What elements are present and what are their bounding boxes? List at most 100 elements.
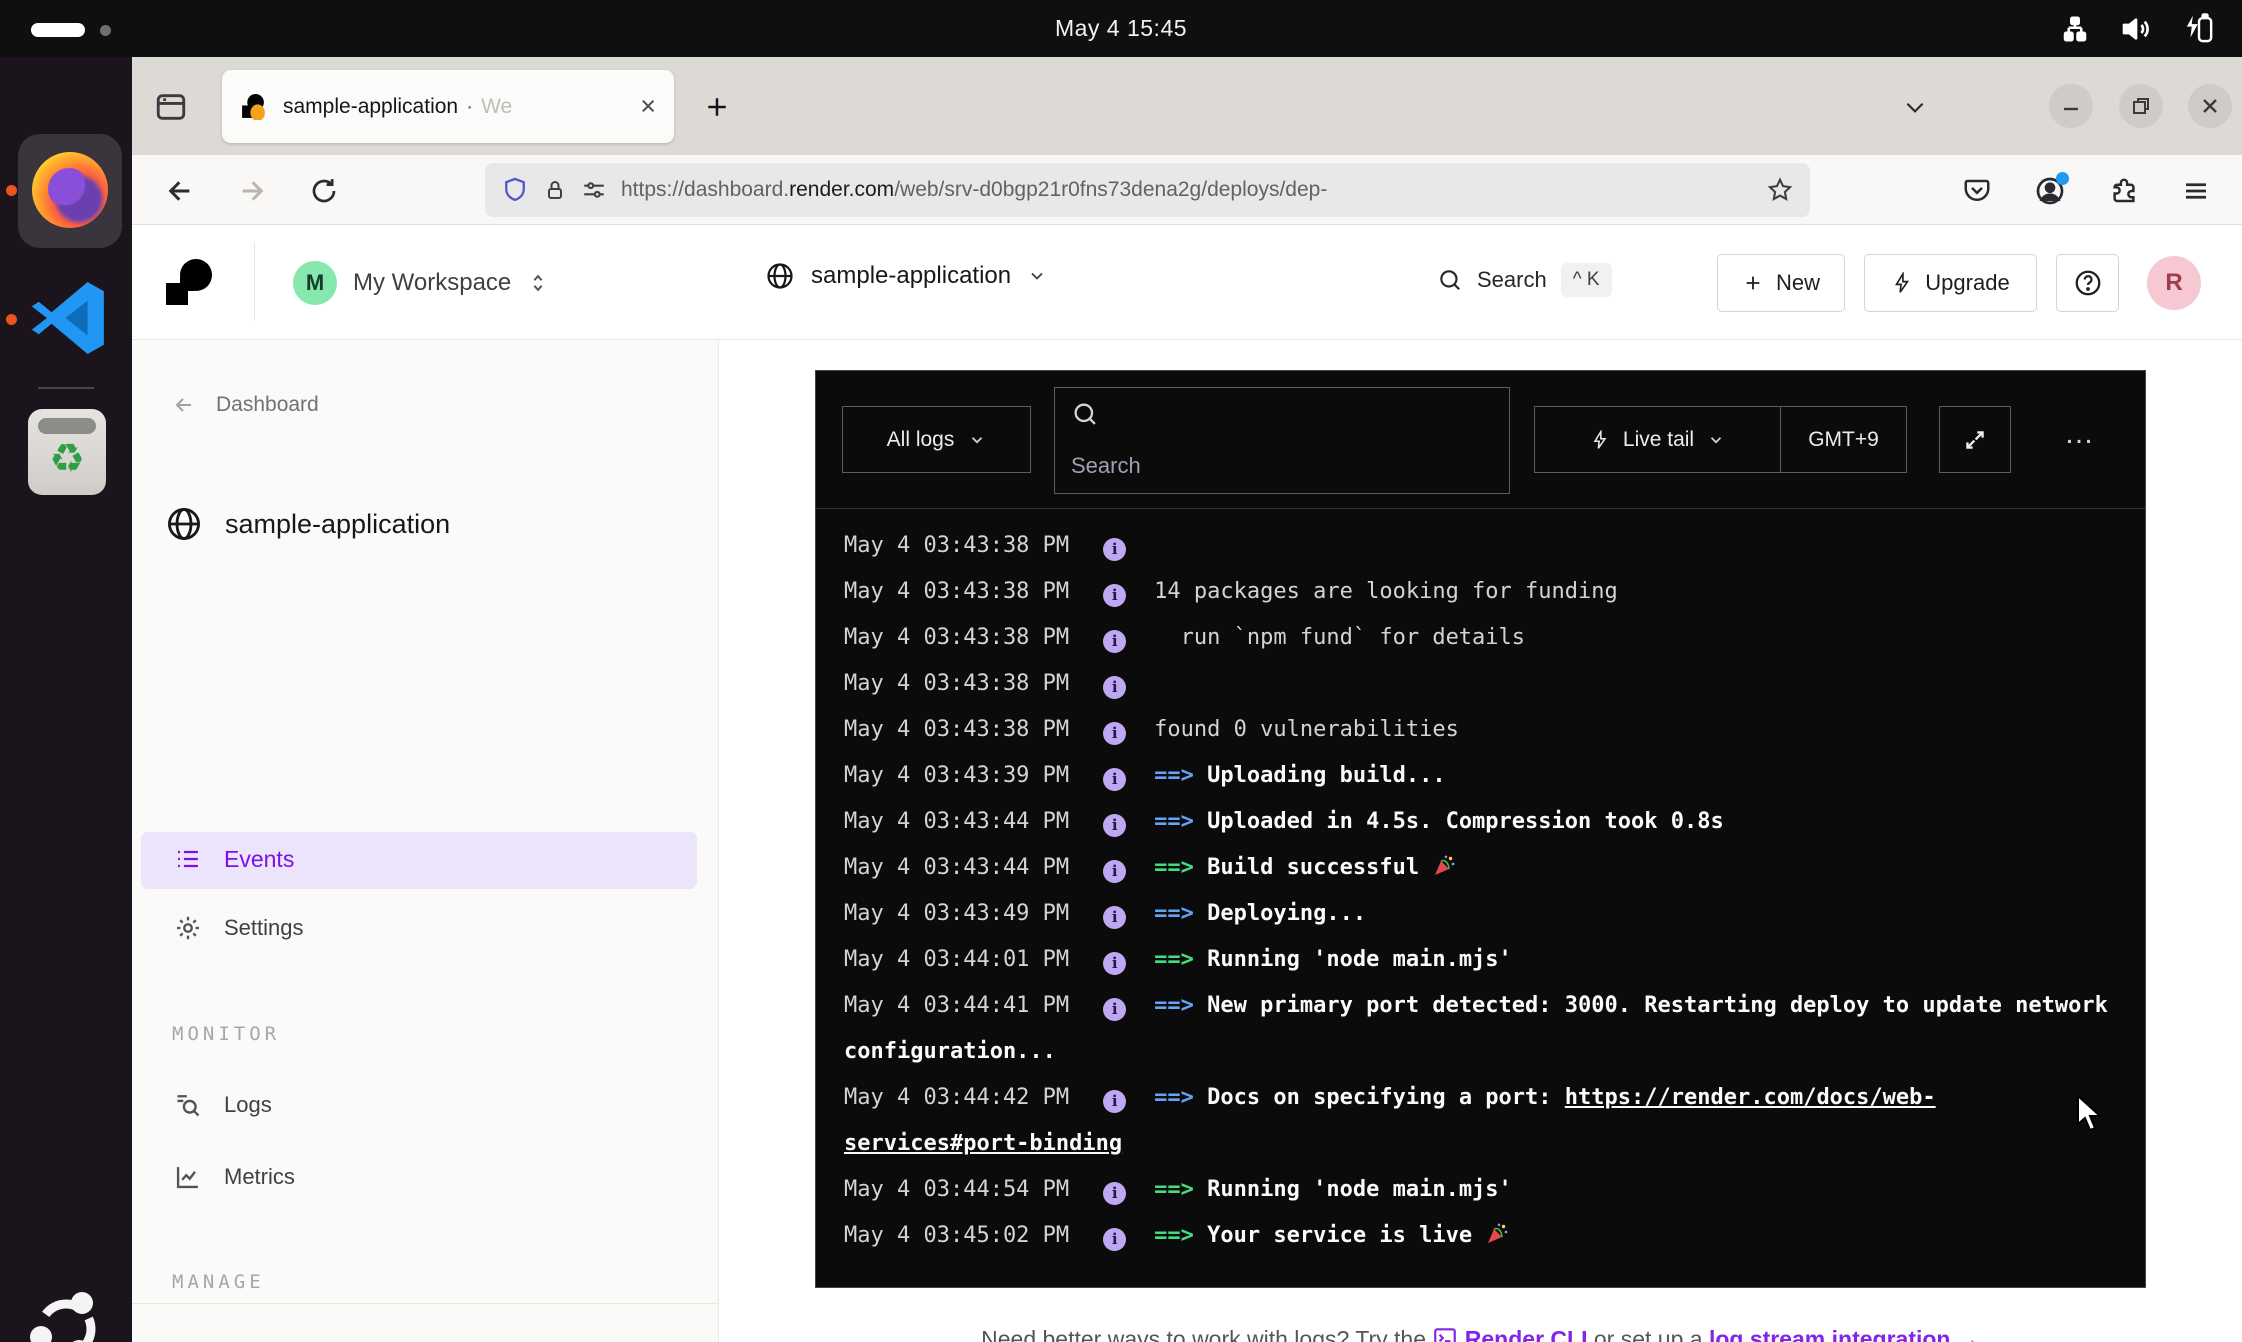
log-message: ==> Running 'node main.mjs' xyxy=(1154,1177,1512,1202)
log-text: ==> xyxy=(1154,901,1207,926)
browser-tab[interactable]: sample-application·We × xyxy=(222,70,674,143)
expand-logs-button[interactable] xyxy=(1939,406,2011,473)
sidebar-item-logs[interactable]: Logs xyxy=(172,1091,272,1119)
lightning-icon xyxy=(1891,272,1913,294)
log-filter-dropdown[interactable]: All logs xyxy=(842,406,1031,473)
battery-charging-icon xyxy=(2182,12,2216,46)
info-icon: i xyxy=(1103,538,1126,561)
extensions-button[interactable] xyxy=(2103,170,2145,212)
log-stream-integration-link[interactable]: log stream integration xyxy=(1709,1326,1951,1342)
info-icon: i xyxy=(1103,768,1126,791)
log-search-input[interactable]: Search xyxy=(1054,387,1510,494)
info-icon: i xyxy=(1103,998,1126,1021)
system-clock[interactable]: May 4 15:45 xyxy=(0,0,2242,57)
log-lines: May 4 03:43:38 PMiMay 4 03:43:38 PMi14 p… xyxy=(844,523,2121,1259)
menu-button[interactable] xyxy=(2175,170,2217,212)
log-line: May 4 03:45:02 PMi==> Your service is li… xyxy=(844,1213,2121,1259)
workspace-selector[interactable]: M My Workspace xyxy=(293,261,549,305)
search-icon xyxy=(1437,267,1463,293)
log-message: run `npm fund` for details xyxy=(1154,625,1525,650)
firefox-logo xyxy=(32,152,108,228)
firefox-dock-icon[interactable] xyxy=(18,134,122,248)
restore-icon xyxy=(2131,96,2151,116)
tracking-protection-shield-icon[interactable] xyxy=(501,176,529,204)
tab-title: sample-application·We xyxy=(283,95,634,119)
vscode-dock-icon[interactable] xyxy=(26,275,112,361)
back-to-dashboard-link[interactable]: Dashboard xyxy=(172,393,319,417)
up-down-chevron-icon xyxy=(527,272,549,294)
reload-button[interactable] xyxy=(303,170,345,212)
lock-icon[interactable] xyxy=(543,178,567,202)
permissions-icon[interactable] xyxy=(581,177,607,203)
plus-icon xyxy=(1742,272,1764,294)
log-message: ==> Running 'node main.mjs' xyxy=(1154,947,1512,972)
log-text: 14 packages are looking for funding xyxy=(1154,579,1618,604)
show-apps-button[interactable] xyxy=(22,1285,110,1342)
back-arrow-icon xyxy=(164,175,196,207)
network-icon xyxy=(2060,14,2090,44)
info-icon: i xyxy=(1103,1090,1126,1113)
url-bar[interactable]: https://dashboard.render.com/web/srv-d0b… xyxy=(485,163,1810,217)
chevron-down-icon xyxy=(1902,94,1928,120)
log-timestamp: May 4 03:43:44 PM xyxy=(844,809,1069,834)
restore-button[interactable] xyxy=(2119,84,2163,128)
live-tail-dropdown[interactable]: Live tail xyxy=(1535,428,1780,452)
sidebar-item-events[interactable]: Events xyxy=(172,845,294,873)
log-timestamp: May 4 03:43:44 PM xyxy=(844,855,1069,880)
log-message: ==> Uploaded in 4.5s. Compression took 0… xyxy=(1154,809,1724,834)
log-message: ==> Uploading build... xyxy=(1154,763,1445,788)
volume-icon xyxy=(2120,13,2152,45)
render-cli-link[interactable]: Render CLI xyxy=(1465,1326,1588,1342)
back-button[interactable] xyxy=(159,170,201,212)
log-text: ==> xyxy=(1154,809,1207,834)
global-search[interactable]: Search ^ K xyxy=(1437,263,1612,297)
expand-icon xyxy=(1961,426,1989,454)
log-overflow-menu[interactable]: … xyxy=(2064,417,2096,451)
upgrade-button[interactable]: Upgrade xyxy=(1864,254,2037,312)
list-all-tabs-button[interactable] xyxy=(1895,87,1935,127)
firefox-view-icon[interactable] xyxy=(148,84,194,130)
sidebar-item-settings[interactable]: Settings xyxy=(172,914,304,942)
log-line: May 4 03:43:44 PMi==> Build successful xyxy=(844,845,2121,891)
chevron-down-icon xyxy=(968,431,986,449)
log-text: found 0 vulnerabilities xyxy=(1154,717,1459,742)
log-text: ==> xyxy=(1154,1177,1207,1202)
sidebar-service-name: sample-application xyxy=(165,505,450,543)
info-icon: i xyxy=(1103,584,1126,607)
globe-icon xyxy=(765,261,795,291)
tab-bar: sample-application·We × xyxy=(132,57,2242,155)
party-popper-emoji xyxy=(1485,1223,1509,1248)
new-button[interactable]: New xyxy=(1717,254,1845,312)
new-tab-button[interactable] xyxy=(694,84,740,130)
system-tray[interactable] xyxy=(2060,0,2216,57)
user-avatar[interactable]: R xyxy=(2147,256,2201,310)
account-button[interactable] xyxy=(2029,170,2071,212)
sidebar: Dashboard sample-application Events Sett… xyxy=(132,340,719,1342)
forward-button[interactable] xyxy=(231,170,273,212)
trash-lid xyxy=(38,418,96,434)
help-button[interactable] xyxy=(2056,254,2119,312)
log-text: Your service is live xyxy=(1207,1223,1485,1248)
url-text: https://dashboard.render.com/web/srv-d0b… xyxy=(621,178,1752,202)
trash-dock-icon[interactable]: ♻ xyxy=(28,409,106,495)
ubuntu-logo xyxy=(22,1285,110,1342)
log-timestamp: May 4 03:43:38 PM xyxy=(844,533,1069,558)
log-text: run `npm fund` for details xyxy=(1154,625,1525,650)
minimize-button[interactable] xyxy=(2049,84,2093,128)
sidebar-item-metrics[interactable]: Metrics xyxy=(172,1163,295,1191)
log-timestamp: May 4 03:45:02 PM xyxy=(844,1223,1069,1248)
timezone-button[interactable]: GMT+9 xyxy=(1781,428,1906,452)
account-notification-dot xyxy=(2056,172,2069,185)
close-window-button[interactable] xyxy=(2188,84,2232,128)
mouse-cursor xyxy=(2074,1094,2108,1134)
log-timestamp: May 4 03:44:41 PM xyxy=(844,993,1069,1018)
service-selector[interactable]: sample-application xyxy=(765,261,1047,291)
render-logo[interactable] xyxy=(158,255,216,313)
log-text: Running 'node main.mjs' xyxy=(1207,947,1512,972)
pocket-button[interactable] xyxy=(1956,170,1998,212)
log-line: May 4 03:43:38 PMi14 packages are lookin… xyxy=(844,569,2121,615)
workspace-avatar: M xyxy=(293,261,337,305)
vscode-logo xyxy=(26,275,112,361)
tab-close-icon[interactable]: × xyxy=(640,93,656,120)
bookmark-star-icon[interactable] xyxy=(1766,176,1794,204)
